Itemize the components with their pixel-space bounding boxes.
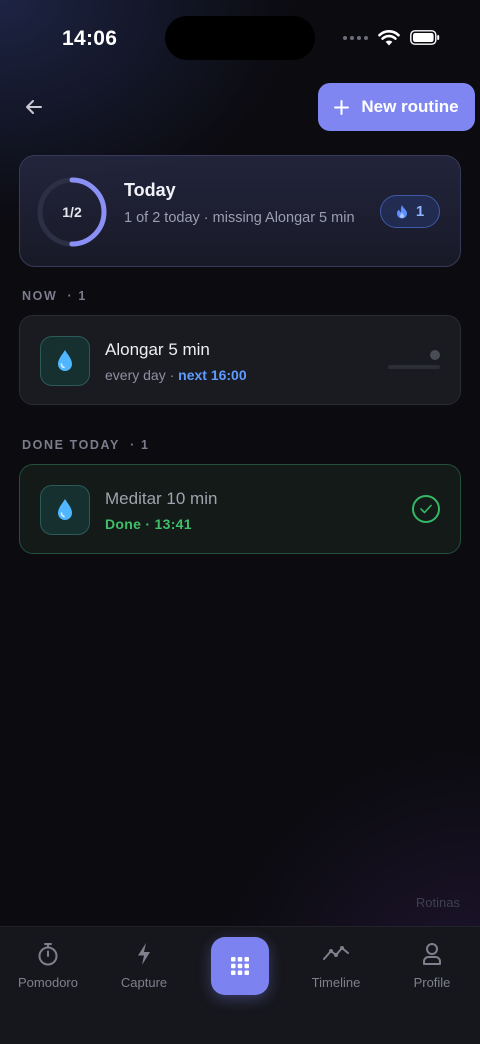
section-done-header: DONE TODAY · 1 bbox=[22, 438, 150, 452]
streak-count: 1 bbox=[415, 203, 425, 220]
routine-title: Alongar 5 min bbox=[105, 340, 210, 359]
routine-icon bbox=[40, 336, 90, 386]
today-summary-card: 1/2 Today 1 of 2 today · missing Alongar… bbox=[19, 155, 461, 267]
stopwatch-icon bbox=[38, 943, 58, 966]
routine-card-alongar[interactable]: Alongar 5 min every day · next 16:00 bbox=[19, 315, 461, 405]
section-now-label: NOW bbox=[22, 289, 58, 303]
grid-icon bbox=[231, 957, 249, 975]
checkmark-icon bbox=[420, 504, 432, 514]
new-routine-label: New routine bbox=[361, 97, 459, 116]
cellular-signal-icon bbox=[343, 35, 368, 40]
water-drop-icon bbox=[58, 350, 72, 371]
section-done-count: · 1 bbox=[130, 438, 150, 452]
bottom-tab-bar: Pomodoro Capture Timeline Profile bbox=[0, 926, 480, 1044]
routine-card-meditar[interactable]: Meditar 10 min Done · 13:41 bbox=[19, 464, 461, 554]
line-chart-icon bbox=[323, 946, 349, 960]
section-done-label: DONE TODAY bbox=[22, 438, 120, 452]
routine-frequency: every day · bbox=[105, 367, 179, 383]
tab-routines-grid[interactable] bbox=[211, 937, 269, 995]
tab-timeline-label: Timeline bbox=[311, 975, 361, 990]
slider-handle[interactable] bbox=[430, 350, 440, 360]
status-time: 14:06 bbox=[62, 27, 118, 50]
completed-check[interactable] bbox=[412, 495, 440, 523]
section-now-count: · 1 bbox=[67, 289, 87, 303]
top-navigation: New routine bbox=[0, 83, 480, 131]
plus-icon bbox=[334, 99, 350, 115]
status-bar: 14:06 bbox=[0, 0, 480, 78]
tab-profile[interactable]: Profile bbox=[384, 941, 480, 1001]
new-routine-button[interactable]: New routine bbox=[318, 83, 475, 131]
routine-title: Meditar 10 min bbox=[105, 489, 218, 508]
routine-schedule: every day · next 16:00 bbox=[105, 367, 247, 383]
tab-profile-label: Profile bbox=[413, 975, 451, 990]
battery-icon bbox=[410, 30, 440, 45]
today-title: Today bbox=[124, 180, 176, 200]
arrow-left-icon bbox=[26, 100, 42, 114]
flame-icon bbox=[396, 205, 407, 219]
tab-capture[interactable]: Capture bbox=[96, 941, 192, 1001]
routine-icon bbox=[40, 485, 90, 535]
water-drop-icon bbox=[58, 499, 72, 520]
streak-badge[interactable]: 1 bbox=[380, 195, 440, 228]
dynamic-island bbox=[165, 16, 315, 60]
slider-track[interactable] bbox=[388, 365, 440, 369]
tab-capture-label: Capture bbox=[120, 975, 168, 990]
back-button[interactable] bbox=[20, 91, 48, 123]
routine-done-status: Done · 13:41 bbox=[105, 516, 192, 532]
lightning-icon bbox=[138, 943, 150, 965]
status-icons bbox=[343, 29, 440, 46]
today-subtitle: 1 of 2 today · missing Alongar 5 min bbox=[124, 210, 355, 226]
tab-timeline[interactable]: Timeline bbox=[288, 941, 384, 1001]
tab-pomodoro[interactable]: Pomodoro bbox=[0, 941, 96, 1001]
page-footer-label: Rotinas bbox=[415, 895, 460, 910]
person-icon bbox=[423, 943, 441, 965]
routine-next-time: next 16:00 bbox=[178, 367, 247, 383]
progress-label: 1/2 bbox=[62, 204, 82, 220]
section-now-header: NOW · 1 bbox=[22, 289, 87, 303]
wifi-icon bbox=[378, 30, 400, 46]
tab-pomodoro-label: Pomodoro bbox=[18, 975, 78, 990]
